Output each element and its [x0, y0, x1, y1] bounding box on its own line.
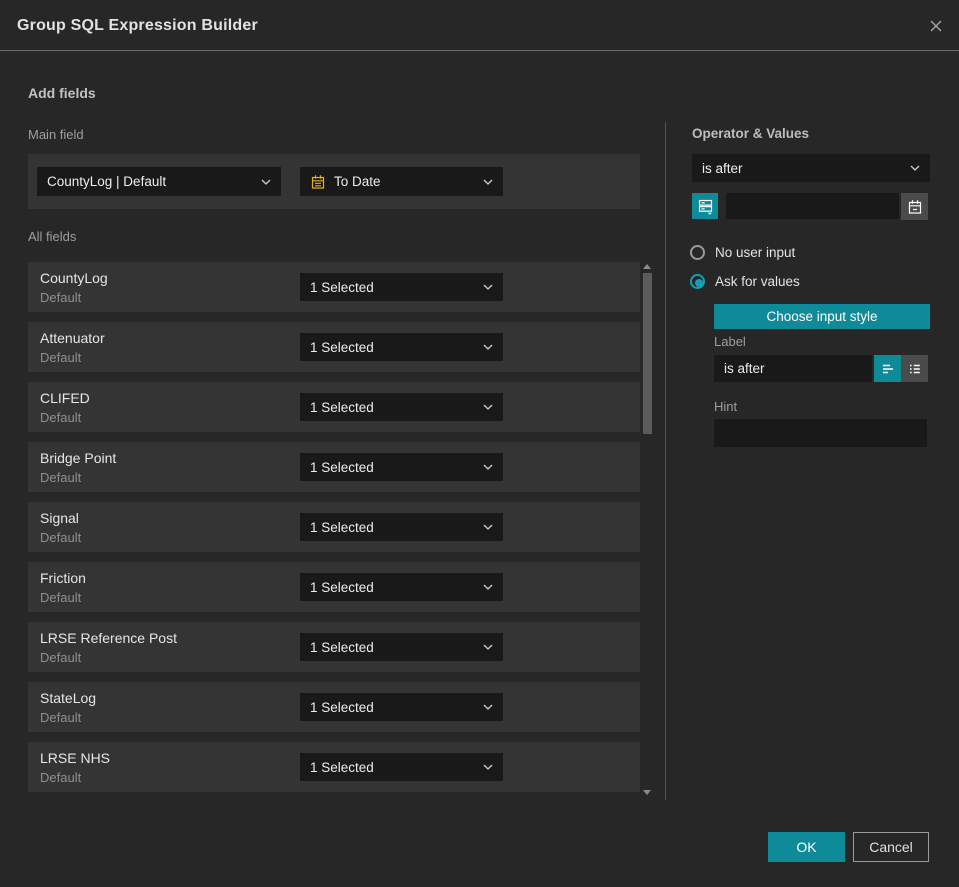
- scroll-down-icon[interactable]: [643, 790, 651, 795]
- chevron-down-icon: [483, 284, 493, 290]
- field-row: LRSE Reference Post Default 1 Selected: [28, 622, 640, 672]
- ok-button[interactable]: OK: [768, 832, 845, 862]
- radio-ask-for-values-label: Ask for values: [715, 274, 800, 289]
- scroll-up-icon[interactable]: [643, 264, 651, 269]
- add-fields-heading: Add fields: [28, 85, 96, 101]
- field-selected-value: 1 Selected: [310, 699, 374, 715]
- field-sublabel: Default: [40, 350, 82, 365]
- chevron-down-icon: [910, 165, 920, 171]
- field-row: CountyLog Default 1 Selected: [28, 262, 640, 312]
- chevron-down-icon: [483, 704, 493, 710]
- radio-circle-icon[interactable]: [690, 245, 705, 260]
- chevron-down-icon: [483, 179, 493, 185]
- chevron-down-icon: [483, 644, 493, 650]
- field-sublabel: Default: [40, 650, 82, 665]
- field-sublabel: Default: [40, 530, 82, 545]
- scrollbar-thumb[interactable]: [643, 273, 652, 434]
- main-field-box: CountyLog | Default To Date: [28, 154, 640, 209]
- field-row: Bridge Point Default 1 Selected: [28, 442, 640, 492]
- align-left-icon[interactable]: [874, 355, 901, 382]
- field-row: Attenuator Default 1 Selected: [28, 322, 640, 372]
- label-label: Label: [714, 334, 746, 349]
- field-sublabel: Default: [40, 590, 82, 605]
- hint-label: Hint: [714, 399, 738, 414]
- radio-circle-checked-icon[interactable]: [690, 274, 705, 289]
- field-selected-value: 1 Selected: [310, 639, 374, 655]
- calendar-picker-icon[interactable]: [901, 193, 928, 220]
- field-selected-dropdown[interactable]: 1 Selected: [300, 273, 503, 301]
- field-selected-value: 1 Selected: [310, 579, 374, 595]
- field-selected-value: 1 Selected: [310, 279, 374, 295]
- radio-no-user-input-label: No user input: [715, 245, 796, 260]
- field-selected-dropdown[interactable]: 1 Selected: [300, 333, 503, 361]
- field-row: StateLog Default 1 Selected: [28, 682, 640, 732]
- field-selected-dropdown[interactable]: 1 Selected: [300, 753, 503, 781]
- stacked-values-icon[interactable]: [692, 193, 718, 219]
- field-name: CLIFED: [40, 390, 90, 406]
- chevron-down-icon: [483, 404, 493, 410]
- field-selected-dropdown[interactable]: 1 Selected: [300, 693, 503, 721]
- title-bar: Group SQL Expression Builder: [0, 0, 959, 51]
- dialog-title: Group SQL Expression Builder: [17, 17, 258, 34]
- field-name: LRSE Reference Post: [40, 630, 177, 646]
- main-field-date-select[interactable]: To Date: [300, 167, 503, 196]
- main-field-select[interactable]: CountyLog | Default: [37, 167, 281, 196]
- calendar-icon: [310, 174, 326, 190]
- cancel-button[interactable]: Cancel: [853, 832, 929, 862]
- group-sql-expression-builder-dialog: Group SQL Expression Builder Add fields …: [0, 0, 959, 887]
- field-name: Signal: [40, 510, 79, 526]
- operator-select-value: is after: [702, 160, 743, 176]
- field-selected-dropdown[interactable]: 1 Selected: [300, 573, 503, 601]
- chevron-down-icon: [261, 179, 271, 185]
- hint-input[interactable]: [714, 419, 927, 447]
- field-name: CountyLog: [40, 270, 108, 286]
- chevron-down-icon: [483, 464, 493, 470]
- field-selected-dropdown[interactable]: 1 Selected: [300, 393, 503, 421]
- field-sublabel: Default: [40, 410, 82, 425]
- list-icon[interactable]: [901, 355, 928, 382]
- chevron-down-icon: [483, 764, 493, 770]
- list-scrollbar[interactable]: [643, 262, 652, 797]
- choose-input-style-button[interactable]: Choose input style: [714, 304, 930, 329]
- main-field-select-value: CountyLog | Default: [47, 174, 167, 189]
- field-selected-dropdown[interactable]: 1 Selected: [300, 513, 503, 541]
- value-input[interactable]: [726, 193, 899, 219]
- field-selected-value: 1 Selected: [310, 759, 374, 775]
- operator-select[interactable]: is after: [692, 154, 930, 182]
- field-selected-value: 1 Selected: [310, 339, 374, 355]
- field-selected-value: 1 Selected: [310, 399, 374, 415]
- chevron-down-icon: [483, 344, 493, 350]
- chevron-down-icon: [483, 584, 493, 590]
- main-field-date-value: To Date: [334, 174, 381, 189]
- field-sublabel: Default: [40, 290, 82, 305]
- all-fields-label: All fields: [28, 229, 77, 244]
- field-sublabel: Default: [40, 470, 82, 485]
- field-name: Bridge Point: [40, 450, 117, 466]
- field-selected-dropdown[interactable]: 1 Selected: [300, 453, 503, 481]
- field-selected-value: 1 Selected: [310, 519, 374, 535]
- field-selected-dropdown[interactable]: 1 Selected: [300, 633, 503, 661]
- field-row: Friction Default 1 Selected: [28, 562, 640, 612]
- field-name: LRSE NHS: [40, 750, 111, 766]
- field-row: CLIFED Default 1 Selected: [28, 382, 640, 432]
- label-input[interactable]: [714, 355, 872, 382]
- radio-no-user-input[interactable]: No user input: [690, 245, 795, 260]
- main-field-label: Main field: [28, 127, 84, 142]
- field-name: Friction: [40, 570, 86, 586]
- panel-divider: [665, 122, 666, 800]
- field-sublabel: Default: [40, 710, 82, 725]
- close-icon[interactable]: [925, 15, 947, 37]
- field-name: StateLog: [40, 690, 97, 706]
- field-sublabel: Default: [40, 770, 82, 785]
- field-row: Signal Default 1 Selected: [28, 502, 640, 552]
- chevron-down-icon: [483, 524, 493, 530]
- operator-values-heading: Operator & Values: [692, 126, 810, 141]
- field-row: LRSE NHS Default 1 Selected: [28, 742, 640, 792]
- all-fields-list: CountyLog Default 1 Selected Attenuator …: [28, 262, 640, 802]
- field-selected-value: 1 Selected: [310, 459, 374, 475]
- radio-ask-for-values[interactable]: Ask for values: [690, 274, 800, 289]
- field-name: Attenuator: [40, 330, 105, 346]
